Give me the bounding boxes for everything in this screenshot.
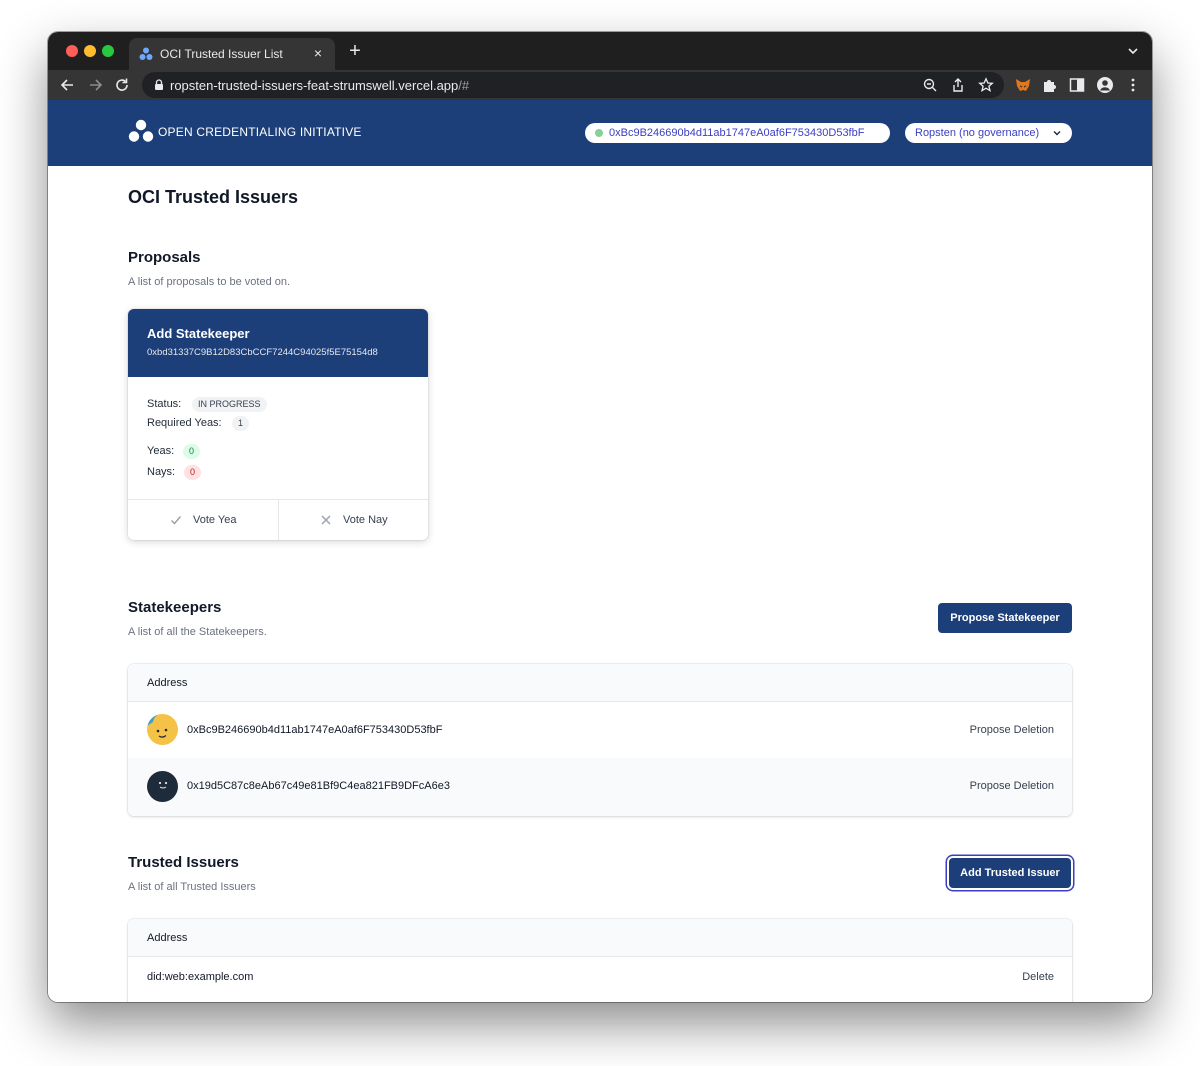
- trusted-issuers-subtitle: A list of all Trusted Issuers: [128, 881, 256, 893]
- proposals-title: Proposals: [128, 249, 201, 266]
- avatar: [147, 771, 178, 802]
- tab-search-chevron-icon[interactable]: [1126, 44, 1140, 58]
- table-row: 0xBc9B246690b4d11ab1747eA0af6F753430D53f…: [128, 702, 1072, 758]
- avatar: [147, 714, 178, 745]
- required-yeas-label: Required Yeas:: [147, 417, 222, 429]
- browser-toolbar: ropsten-trusted-issuers-feat-strumswell.…: [48, 70, 1152, 100]
- vote-yea-button[interactable]: Vote Yea: [128, 500, 278, 540]
- proposal-card-header: Add Statekeeper 0xbd31337C9B12D83CbCCF72…: [128, 309, 428, 377]
- app-header: OPEN CREDENTIALING INITIATIVE 0xBc9B2466…: [48, 100, 1152, 166]
- oci-logo-icon[interactable]: [128, 119, 154, 143]
- required-yeas-badge: 1: [232, 416, 250, 431]
- new-tab-button[interactable]: +: [345, 40, 365, 62]
- trusted-issuers-title: Trusted Issuers: [128, 854, 239, 871]
- statekeepers-table: Address 0xBc9B246690b4d11ab1747eA0af6F75…: [128, 664, 1072, 816]
- zoom-icon[interactable]: [922, 77, 938, 93]
- browser-window: OCI Trusted Issuer List × + ropsten-trus…: [48, 32, 1152, 1002]
- page-title: OCI Trusted Issuers: [128, 187, 299, 207]
- proposal-title: Add Statekeeper: [147, 326, 250, 341]
- logo-text[interactable]: OPEN CREDENTIALING INITIATIVE: [158, 125, 362, 139]
- browser-tab-bar: OCI Trusted Issuer List × +: [48, 32, 1152, 70]
- connected-account-badge: 0xBc9B246690b4d11ab1747eA0af6F753430D53f…: [585, 123, 890, 143]
- network-select-value: Ropsten (no governance): [915, 127, 1040, 139]
- nays-label: Nays:: [147, 466, 176, 478]
- url-text: ropsten-trusted-issuers-feat-strumswell.…: [170, 78, 470, 93]
- column-header-address: Address: [147, 677, 188, 689]
- propose-deletion-button[interactable]: Propose Deletion: [970, 724, 1054, 736]
- nays-count-badge: 0: [184, 465, 202, 480]
- maximize-window-button[interactable]: [102, 45, 114, 57]
- bookmark-star-icon[interactable]: [978, 77, 994, 93]
- yeas-count-badge: 0: [183, 444, 201, 459]
- tab-title: OCI Trusted Issuer List: [160, 47, 283, 61]
- add-trusted-issuer-button[interactable]: Add Trusted Issuer: [949, 858, 1071, 888]
- trusted-issuer-address: did:web:example.com: [147, 971, 254, 983]
- lock-icon[interactable]: [152, 78, 166, 92]
- browser-menu-icon[interactable]: [1124, 76, 1142, 94]
- check-icon: [170, 516, 182, 525]
- column-header-address: Address: [147, 932, 188, 944]
- delete-button[interactable]: Delete: [1022, 971, 1054, 983]
- statekeeper-address: 0x19d5C87c8eAb67c49e81Bf9C4ea821FB9DFcA6…: [187, 780, 450, 792]
- statekeeper-address: 0xBc9B246690b4d11ab1747eA0af6F753430D53f…: [187, 724, 443, 736]
- connection-status-dot: [595, 129, 603, 137]
- forward-arrow-icon[interactable]: [85, 75, 105, 95]
- main-content: OCI Trusted Issuers Proposals A list of …: [48, 166, 1152, 1002]
- statekeepers-title: Statekeepers: [128, 599, 222, 616]
- proposal-card-footer: Vote Yea Vote Nay: [128, 499, 428, 540]
- reload-icon[interactable]: [112, 75, 132, 95]
- proposals-subtitle: A list of proposals to be voted on.: [128, 276, 291, 288]
- account-address: 0xBc9B246690b4d11ab1747eA0af6F753430D53f…: [609, 127, 865, 139]
- extensions-puzzle-icon[interactable]: [1041, 76, 1059, 94]
- yeas-label: Yeas:: [147, 445, 175, 457]
- table-header: Address: [128, 919, 1072, 957]
- table-header: Address: [128, 664, 1072, 702]
- minimize-window-button[interactable]: [84, 45, 96, 57]
- table-row: did:web:example.com Delete: [128, 957, 1072, 999]
- share-icon[interactable]: [950, 77, 966, 93]
- trusted-issuers-table: Address did:web:example.com Delete: [128, 919, 1072, 1002]
- close-icon: [321, 515, 331, 525]
- propose-deletion-button[interactable]: Propose Deletion: [970, 780, 1054, 792]
- back-arrow-icon[interactable]: [58, 75, 78, 95]
- profile-icon[interactable]: [1096, 76, 1114, 94]
- oci-favicon-icon: [139, 47, 153, 60]
- tab-close-icon[interactable]: ×: [309, 44, 327, 62]
- proposal-address: 0xbd31337C9B12D83CbCCF7244C94025f5E75154…: [147, 347, 378, 358]
- vote-nay-label: Vote Nay: [343, 514, 388, 526]
- network-select[interactable]: Ropsten (no governance): [905, 123, 1072, 143]
- metamask-fox-icon[interactable]: [1014, 76, 1032, 94]
- status-label: Status:: [147, 398, 182, 410]
- status-badge: IN PROGRESS: [192, 397, 267, 412]
- close-window-button[interactable]: [66, 45, 78, 57]
- vote-yea-label: Vote Yea: [193, 514, 237, 526]
- propose-statekeeper-button[interactable]: Propose Statekeeper: [938, 603, 1072, 633]
- proposal-card: Add Statekeeper 0xbd31337C9B12D83CbCCF72…: [128, 309, 428, 540]
- browser-tab[interactable]: OCI Trusted Issuer List ×: [129, 38, 335, 70]
- address-bar[interactable]: ropsten-trusted-issuers-feat-strumswell.…: [142, 72, 1004, 98]
- table-row: 0x19d5C87c8eAb67c49e81Bf9C4ea821FB9DFcA6…: [128, 758, 1072, 816]
- side-panel-icon[interactable]: [1068, 76, 1086, 94]
- vote-nay-button[interactable]: Vote Nay: [278, 500, 428, 540]
- chevron-down-icon: [1053, 131, 1061, 136]
- statekeepers-subtitle: A list of all the Statekeepers.: [128, 626, 267, 638]
